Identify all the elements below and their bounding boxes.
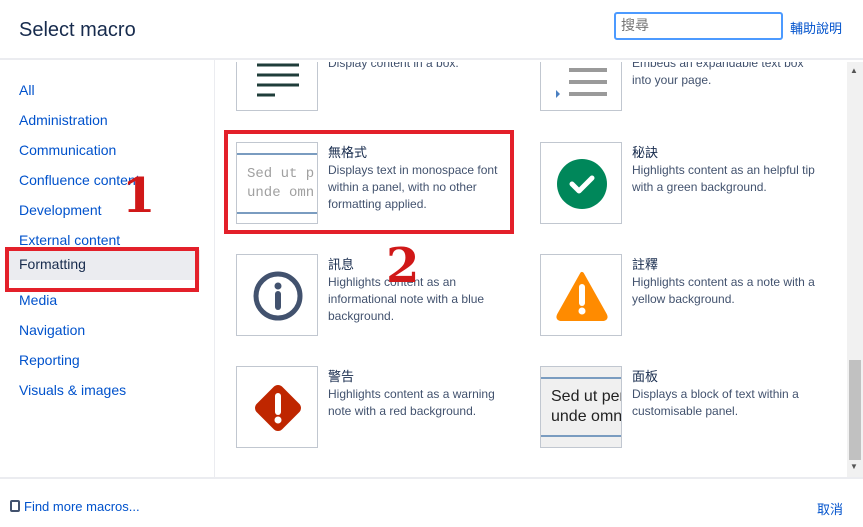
macro-card-panel-box[interactable]: Display content in a box. (236, 62, 536, 111)
dialog-title: Select macro (19, 19, 136, 41)
macro-description: Highlights content as an helpful tip wit… (632, 163, 815, 194)
macro-title: 面板 (632, 370, 659, 385)
panel-preview-icon: Sed ut per unde omn (540, 366, 622, 448)
macro-title: 秘訣 (632, 146, 659, 161)
scroll-up-icon[interactable]: ▲ (850, 66, 858, 75)
warning-triangle-icon (540, 254, 622, 336)
sidebar-item-visuals-images[interactable]: Visuals & images (5, 376, 200, 406)
annotation-box-noformat (224, 130, 514, 234)
annotation-box-formatting (5, 247, 199, 292)
annotation-number-1: 1 (122, 168, 156, 224)
scrollbar-thumb[interactable] (849, 360, 861, 460)
macro-description: Highlights content as an informational n… (328, 275, 485, 323)
dialog-footer: Find more macros... 取消 (0, 477, 863, 527)
macro-title: 訊息 (328, 258, 355, 273)
macro-card-expand[interactable]: Embeds an expandable text box into your … (540, 62, 840, 111)
sidebar-item-communication[interactable]: Communication (5, 136, 200, 166)
scrollbar[interactable]: ▲ ▼ (847, 62, 863, 477)
macro-description: Highlights content as a note with a yell… (632, 275, 815, 306)
sidebar-item-confluence-content[interactable]: Confluence content (5, 166, 200, 196)
lines-icon (236, 62, 318, 111)
sidebar-item-development[interactable]: Development (5, 196, 200, 226)
macro-description: Display content in a box. (328, 62, 459, 70)
macro-card-tip[interactable]: 秘訣 Highlights content as an helpful tip … (540, 142, 840, 224)
macro-description: Displays a block of text within a custom… (632, 387, 799, 418)
scroll-down-icon[interactable]: ▼ (850, 462, 858, 471)
annotation-number-2: 2 (386, 238, 420, 294)
sidebar-item-administration[interactable]: Administration (5, 106, 200, 136)
help-link[interactable]: 輔助說明 (790, 18, 842, 37)
macro-card-warning[interactable]: 警告 Highlights content as a warning note … (236, 366, 536, 448)
cancel-button[interactable]: 取消 (817, 499, 843, 518)
dialog-header: Select macro 輔助說明 (0, 0, 863, 60)
check-circle-icon (540, 142, 622, 224)
macro-description: Highlights content as a warning note wit… (328, 387, 495, 418)
macro-title: 警告 (328, 370, 355, 385)
marketplace-bag-icon (10, 500, 20, 512)
sidebar-item-reporting[interactable]: Reporting (5, 346, 200, 376)
macro-description: Embeds an expandable text box into your … (632, 62, 804, 87)
error-diamond-icon (236, 366, 318, 448)
macro-card-panel[interactable]: Sed ut per unde omn 面板 Displays a block … (540, 366, 840, 448)
find-more-macros-link[interactable]: Find more macros... (10, 499, 140, 514)
sidebar-item-all[interactable]: All (5, 76, 200, 106)
search-input[interactable] (614, 12, 783, 40)
macro-title: 註釋 (632, 258, 659, 273)
sidebar-item-navigation[interactable]: Navigation (5, 316, 200, 346)
expand-icon (540, 62, 622, 111)
macro-grid: Display content in a box. Embeds an expa… (216, 62, 847, 477)
macro-card-note[interactable]: 註釋 Highlights content as a note with a y… (540, 254, 840, 336)
info-icon (236, 254, 318, 336)
